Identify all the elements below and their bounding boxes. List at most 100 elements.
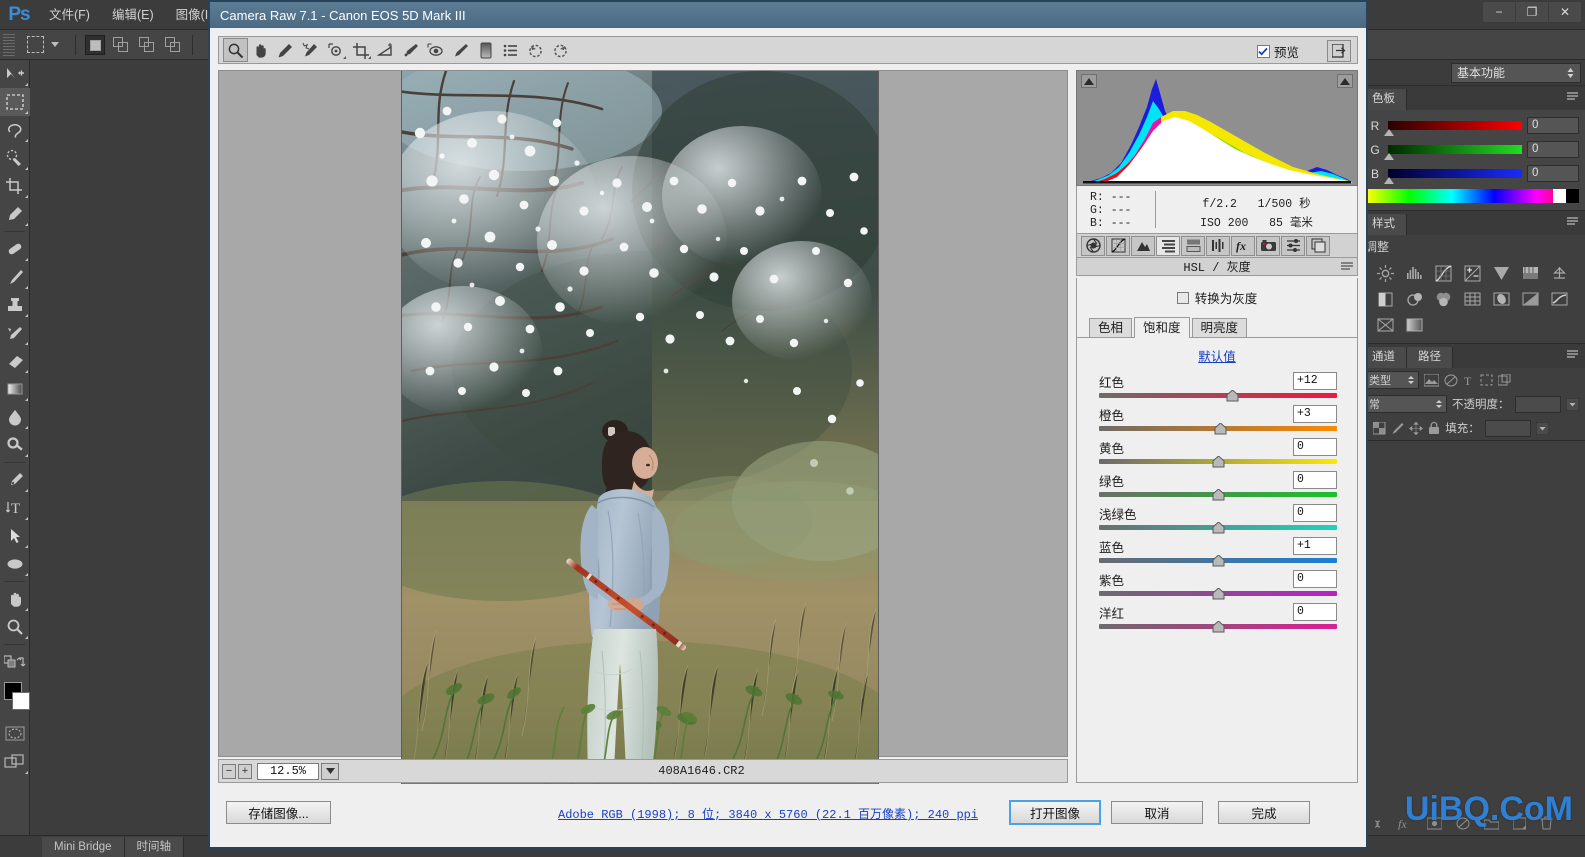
tab-lens-corrections[interactable] (1206, 235, 1230, 256)
screen-mode-icon[interactable] (0, 748, 30, 776)
close-button[interactable]: ✕ (1549, 2, 1581, 22)
workflow-options-link[interactable]: Adobe RGB (1998); 8 位; 3840 x 5760 (22.1… (558, 805, 978, 822)
filter-adjustment-icon[interactable] (1444, 374, 1458, 387)
channel-slider-b[interactable] (1384, 169, 1522, 184)
active-tool-icon[interactable] (27, 36, 44, 53)
preview-checkbox[interactable] (1256, 45, 1270, 58)
panel-menu-icon[interactable] (1567, 350, 1580, 360)
raw-photo-preview[interactable] (401, 71, 879, 784)
filter-image-icon[interactable] (1424, 373, 1439, 387)
save-image-button[interactable]: 存储图像... (226, 801, 331, 824)
channel-slider-g[interactable] (1384, 145, 1522, 160)
slider-knob[interactable] (1212, 455, 1225, 468)
slider-value[interactable]: 0 (1293, 438, 1337, 456)
histogram[interactable] (1076, 70, 1358, 186)
hue-saturation-icon[interactable] (1516, 260, 1545, 286)
panel-menu-icon[interactable] (1567, 92, 1580, 102)
channel-value-b[interactable]: 0 (1527, 165, 1579, 182)
tool-history-brush[interactable] (0, 319, 30, 347)
white-swatch[interactable] (1553, 189, 1566, 203)
tool-dodge[interactable] (0, 431, 30, 459)
tool-rectangular-marquee[interactable] (0, 88, 30, 116)
tool-clone-stamp[interactable] (0, 291, 30, 319)
tool-gradient[interactable] (0, 375, 30, 403)
threshold-icon[interactable] (1545, 286, 1574, 312)
tab-camera-calibration[interactable] (1256, 235, 1280, 256)
channel-slider-r[interactable] (1384, 121, 1522, 136)
slider-knob[interactable] (1212, 620, 1225, 633)
panel-menu-icon[interactable] (1341, 262, 1353, 271)
tab-split-toning[interactable] (1181, 235, 1205, 256)
intersect-selection-icon[interactable] (163, 35, 183, 55)
slider-value[interactable]: 0 (1293, 603, 1337, 621)
quick-mask-icon[interactable] (0, 720, 30, 748)
filter-type-text-icon[interactable]: T (1463, 374, 1475, 387)
slider-track[interactable] (1099, 554, 1337, 567)
subtract-from-selection-icon[interactable] (137, 35, 157, 55)
slider-track[interactable] (1099, 620, 1337, 633)
invert-icon[interactable] (1487, 286, 1516, 312)
slider-value[interactable]: +3 (1293, 405, 1337, 423)
tab-paths[interactable]: 路径 (1407, 347, 1453, 368)
slider-knob[interactable] (1212, 521, 1225, 534)
color-spectrum-ramp[interactable] (1367, 189, 1579, 203)
slider-value[interactable]: 0 (1293, 504, 1337, 522)
opacity-field[interactable] (1514, 395, 1561, 413)
color-lookup-icon[interactable] (1458, 286, 1487, 312)
zoom-out-button[interactable]: − (222, 763, 236, 779)
tab-hue[interactable]: 色相 (1089, 318, 1133, 337)
acr-tool-rotate-left[interactable] (523, 38, 548, 62)
acr-tool-graduated-filter[interactable] (473, 38, 498, 62)
tool-shape[interactable] (0, 550, 30, 578)
chevron-down-icon[interactable] (321, 762, 339, 780)
slider-value[interactable]: +12 (1293, 372, 1337, 390)
gradient-map-icon[interactable] (1400, 312, 1429, 338)
chevron-down-icon[interactable] (1535, 421, 1549, 435)
color-balance-icon[interactable] (1545, 260, 1574, 286)
blend-mode-select[interactable]: 常 (1365, 395, 1447, 413)
menu-file[interactable]: 文件(F) (38, 0, 101, 30)
posterize-icon[interactable] (1516, 286, 1545, 312)
acr-tool-crop[interactable] (348, 38, 373, 62)
link-layers-icon[interactable] (1371, 817, 1384, 830)
acr-tool-adjustment-brush[interactable] (448, 38, 473, 62)
slider-track[interactable] (1099, 587, 1337, 600)
slider-track[interactable] (1099, 488, 1337, 501)
tool-lasso[interactable] (0, 116, 30, 144)
slider-value[interactable]: 0 (1293, 471, 1337, 489)
acr-tool-zoom[interactable] (223, 38, 248, 62)
slider-track[interactable] (1099, 521, 1337, 534)
channel-value-r[interactable]: 0 (1527, 117, 1579, 134)
tool-zoom[interactable] (0, 613, 30, 641)
lock-position-icon[interactable] (1409, 421, 1424, 435)
acr-tool-presets[interactable] (498, 38, 523, 62)
slider-knob[interactable] (1212, 587, 1225, 600)
tab-luminance[interactable]: 明亮度 (1191, 318, 1248, 337)
zoom-level-value[interactable]: 12.5% (257, 762, 319, 780)
menu-edit[interactable]: 编辑(E) (101, 0, 165, 30)
acr-tool-red-eye-removal[interactable] (423, 38, 448, 62)
selective-color-icon[interactable] (1371, 312, 1400, 338)
highlight-clipping-warning-icon[interactable] (1337, 74, 1353, 88)
background-color-swatch[interactable] (12, 692, 30, 710)
tab-timeline[interactable]: 时间轴 (124, 837, 185, 857)
filter-shape-icon[interactable] (1480, 374, 1493, 387)
minimize-button[interactable]: − (1483, 2, 1515, 22)
acr-tool-hand[interactable] (248, 38, 273, 62)
tool-spot-healing-brush[interactable] (0, 235, 30, 263)
slider-knob[interactable] (1214, 422, 1227, 435)
tab-mini-bridge[interactable]: Mini Bridge (42, 837, 125, 857)
channel-value-g[interactable]: 0 (1527, 141, 1579, 158)
lock-transparency-icon[interactable] (1373, 421, 1386, 435)
slider-knob[interactable] (1384, 153, 1394, 160)
black-swatch[interactable] (1566, 189, 1579, 203)
convert-to-grayscale-checkbox[interactable] (1176, 291, 1189, 304)
lock-all-icon[interactable] (1428, 421, 1440, 435)
shadow-clipping-warning-icon[interactable] (1081, 74, 1097, 88)
filter-smart-object-icon[interactable] (1498, 373, 1511, 387)
photo-filter-icon[interactable] (1400, 286, 1429, 312)
options-bar-grip[interactable] (3, 33, 15, 56)
chevron-down-icon[interactable] (51, 42, 59, 47)
slider-track[interactable] (1099, 455, 1337, 468)
slider-value[interactable]: +1 (1293, 537, 1337, 555)
